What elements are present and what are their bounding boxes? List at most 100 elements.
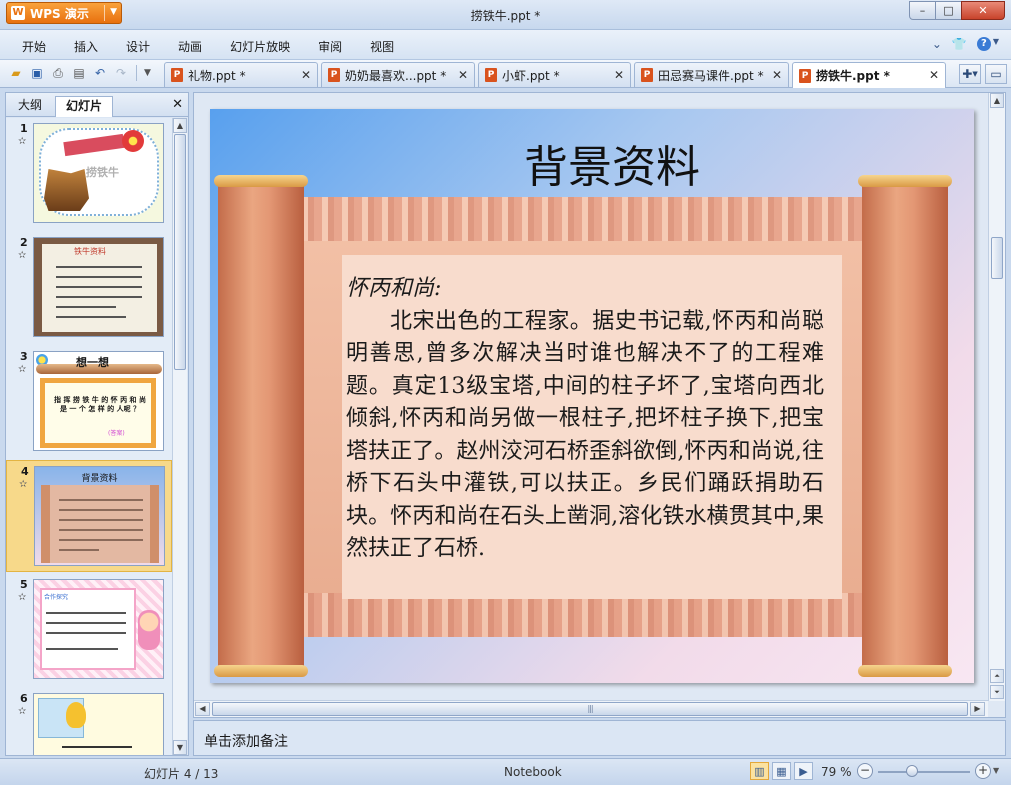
print-preview-icon[interactable]: ▤	[71, 65, 87, 81]
text-line	[46, 622, 126, 624]
notes-pane[interactable]: 单击添加备注	[193, 720, 1006, 756]
slide-sorter-view-icon[interactable]: ▦	[772, 762, 791, 780]
new-tab-button[interactable]: ✚ ▼	[959, 64, 981, 84]
tab-tools: ✚ ▼ ▭	[959, 64, 1007, 84]
doc-tab-label: 小虾.ppt *	[502, 68, 560, 83]
scroll-shape	[41, 485, 159, 563]
doc-tab-horse-race[interactable]: P 田忌赛马课件.ppt * ✕	[634, 62, 789, 87]
scroll-roll-right	[858, 175, 952, 677]
print-icon[interactable]: ⎙	[50, 65, 66, 81]
next-slide-icon[interactable]: ⏷	[990, 685, 1004, 699]
doc-tab-iron-ox[interactable]: P 捞铁牛.ppt * ✕	[792, 62, 946, 88]
scroll-up-arrow-icon[interactable]: ▲	[990, 93, 1004, 108]
zoom-slider[interactable]	[878, 771, 970, 773]
doc-tab-grandma[interactable]: P 奶奶最喜欢...ppt * ✕	[321, 62, 475, 87]
undo-icon[interactable]: ↶	[92, 65, 108, 81]
zoom-level[interactable]: 79 %	[821, 765, 852, 779]
help-icon[interactable]: ?	[976, 37, 991, 51]
slide-editor: 背景资料 怀丙和尚: 北宋出色的工程家。据史书记载,怀丙和尚聪明善思,曾多次解决…	[193, 92, 1006, 718]
normal-view-icon[interactable]: ▥	[750, 762, 769, 780]
tab-slides[interactable]: 幻灯片	[55, 96, 114, 117]
close-tab-icon[interactable]: ✕	[301, 68, 311, 82]
slide-indicator: 幻灯片 4 / 13	[144, 767, 219, 781]
text-line	[59, 499, 143, 501]
current-slide[interactable]: 背景资料 怀丙和尚: 北宋出色的工程家。据史书记载,怀丙和尚聪明善思,曾多次解决…	[210, 109, 974, 683]
close-tab-icon[interactable]: ✕	[772, 68, 782, 82]
doc-tab-label: 奶奶最喜欢...ppt *	[345, 68, 447, 83]
slide-thumbnail-4[interactable]: 4 ✫ 背景资料	[6, 460, 172, 572]
minimize-button[interactable]: –	[909, 1, 936, 20]
doc-tab-shrimp[interactable]: P 小虾.ppt * ✕	[478, 62, 631, 87]
close-window-button[interactable]: ✕	[961, 1, 1005, 20]
text-line	[56, 306, 116, 308]
animation-star-icon: ✫	[18, 706, 27, 717]
customize-toolbar-icon[interactable]: ▼	[144, 68, 151, 78]
parchment-pattern-top	[254, 197, 936, 241]
menu-view[interactable]: 视图	[356, 38, 408, 55]
slide-thumbnail-1[interactable]: 1 ✫ 捞铁牛	[6, 118, 172, 230]
girl-illustration-icon	[138, 610, 160, 650]
collapse-ribbon-icon[interactable]: ⌄	[932, 37, 942, 51]
menu-slideshow[interactable]: 幻灯片放映	[216, 38, 304, 55]
close-panel-icon[interactable]: ✕	[172, 97, 183, 112]
text-line	[56, 266, 142, 268]
zoom-out-button[interactable]: −	[857, 763, 873, 779]
thumbnail-image: 想一想 指 挥 捞 铁 牛 的 怀 丙 和 尚 是 一 个 怎 样 的 人呢 ？…	[33, 351, 164, 451]
tab-outline[interactable]: 大纲	[8, 96, 52, 117]
scrollbar-thumb[interactable]	[991, 237, 1003, 279]
text-line	[59, 539, 143, 541]
slide-body-textbox[interactable]: 怀丙和尚: 北宋出色的工程家。据史书记载,怀丙和尚聪明善思,曾多次解决当时谁也解…	[346, 273, 824, 566]
open-folder-icon[interactable]: ▰	[8, 65, 24, 81]
close-tab-icon[interactable]: ✕	[614, 68, 624, 82]
thumb-title: 合作探究	[44, 594, 69, 601]
thumbnail-image: 捞铁牛	[33, 123, 164, 223]
menu-design[interactable]: 设计	[112, 38, 164, 55]
paper-shape	[42, 244, 157, 332]
menu-animation[interactable]: 动画	[164, 38, 216, 55]
text-line	[59, 529, 143, 531]
scroll-up-arrow-icon[interactable]: ▲	[173, 118, 187, 133]
doc-tab-gift[interactable]: P 礼物.ppt * ✕	[164, 62, 318, 87]
previous-slide-icon[interactable]: ⏶	[990, 669, 1004, 683]
thumbnail-scrollbar[interactable]: ▲ ▼	[172, 118, 187, 755]
zoom-dropdown-icon[interactable]: ▼	[993, 766, 999, 775]
editor-horizontal-scrollbar[interactable]: ◀ ||| ▶	[194, 700, 988, 717]
close-tab-icon[interactable]: ✕	[929, 68, 939, 82]
slide-thumbnail-3[interactable]: 3 ✫ 想一想 指 挥 捞 铁 牛 的 怀 丙 和 尚 是 一 个 怎 样 的 …	[6, 346, 172, 458]
scrollbar-thumb[interactable]: |||	[212, 702, 968, 716]
save-icon[interactable]: ▣	[29, 65, 45, 81]
slide-number: 5	[20, 578, 28, 591]
window-title-text: 捞铁牛.ppt *	[470, 9, 541, 23]
status-bar: 幻灯片 4 / 13 Notebook ▥ ▦ ▶ 79 % − + ▼	[0, 758, 1011, 785]
editor-vertical-scrollbar[interactable]: ▲ ⏶ ⏷	[988, 93, 1005, 701]
ship-icon	[44, 169, 89, 211]
scroll-right-arrow-icon[interactable]: ▶	[970, 702, 985, 716]
menu-home[interactable]: 开始	[8, 38, 60, 55]
slide-thumbnail-2[interactable]: 2 ✫ 铁牛资料	[6, 232, 172, 344]
menu-review[interactable]: 审阅	[304, 38, 356, 55]
notes-placeholder[interactable]: 单击添加备注	[204, 731, 288, 751]
menu-items: 开始 插入 设计 动画 幻灯片放映 审阅 视图	[8, 38, 408, 55]
menu-insert[interactable]: 插入	[60, 38, 112, 55]
view-buttons: ▥ ▦ ▶	[750, 762, 813, 780]
window-list-icon[interactable]: ▭	[985, 64, 1007, 84]
thumb-title: 捞铁牛	[86, 166, 119, 179]
scrollbar-thumb[interactable]	[174, 134, 186, 370]
slide-thumbnail-5[interactable]: 5 ✫ 合作探究	[6, 574, 172, 686]
thumbnail-image	[33, 693, 164, 755]
skin-icon[interactable]: 👕	[952, 37, 967, 51]
scroll-left-arrow-icon[interactable]: ◀	[195, 702, 210, 716]
close-tab-icon[interactable]: ✕	[458, 68, 468, 82]
slideshow-view-icon[interactable]: ▶	[794, 762, 813, 780]
zoom-slider-handle[interactable]	[906, 765, 918, 777]
maximize-button[interactable]: □	[935, 1, 962, 20]
document-tabs: P 礼物.ppt * ✕ P 奶奶最喜欢...ppt * ✕ P 小虾.ppt …	[164, 62, 949, 88]
slide-number: 1	[20, 122, 28, 135]
panel-tabs: 大纲 幻灯片 ✕	[6, 93, 188, 117]
scroll-down-arrow-icon[interactable]: ▼	[173, 740, 187, 755]
slide-title[interactable]: 背景资料	[210, 131, 974, 195]
zoom-in-button[interactable]: +	[975, 763, 991, 779]
help-dropdown-icon[interactable]: ▼	[993, 37, 999, 51]
redo-icon[interactable]: ↷	[113, 65, 129, 81]
slide-thumbnail-6[interactable]: 6 ✫	[6, 688, 172, 755]
